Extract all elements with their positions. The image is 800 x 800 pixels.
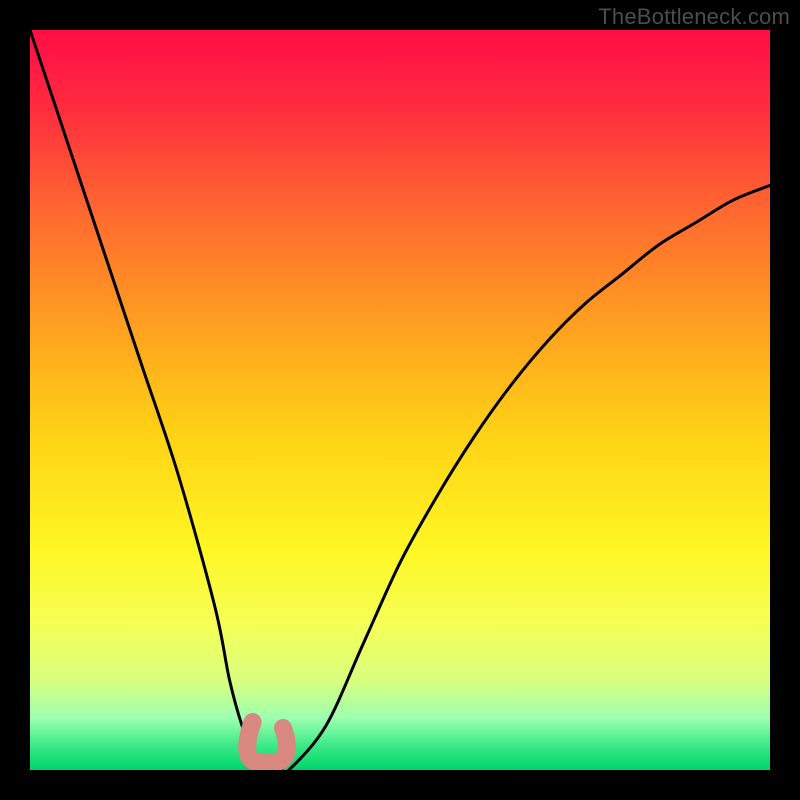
chart-frame: TheBottleneck.com [0,0,800,800]
bottleneck-curve [30,30,770,770]
plot-area [30,30,770,770]
watermark-label: TheBottleneck.com [598,4,790,30]
